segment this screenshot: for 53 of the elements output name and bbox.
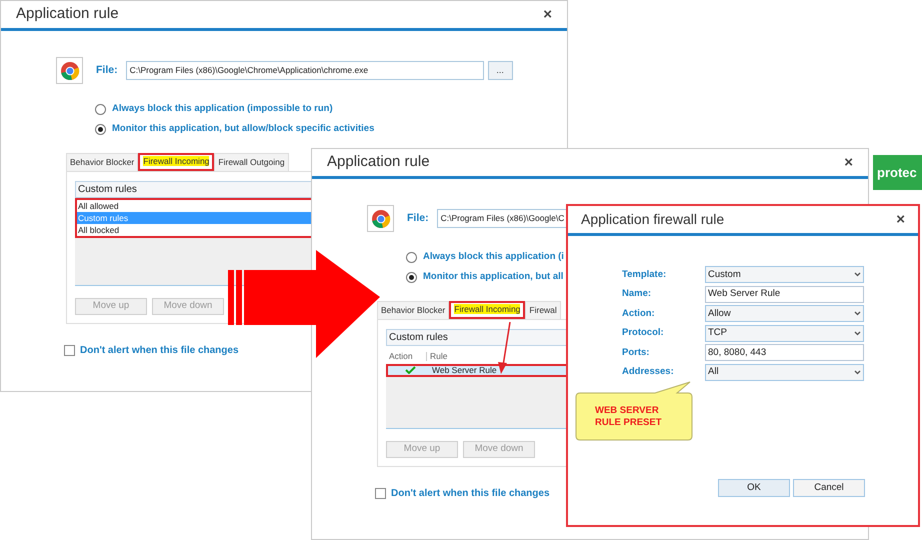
browse-button[interactable]: ... — [488, 61, 513, 80]
field-label: Ports: — [622, 346, 650, 360]
checkbox[interactable] — [375, 488, 386, 498]
dropdown-field[interactable]: All — [705, 364, 864, 381]
dropdown-field[interactable]: TCP — [705, 324, 864, 342]
status-badge: protec — [873, 155, 922, 190]
checkbox-label[interactable]: Don't alert when this file changes — [391, 486, 550, 500]
tab[interactable]: Behavior Blocker — [377, 300, 450, 318]
close-button[interactable]: × — [844, 155, 853, 170]
chevron-down-icon — [854, 330, 861, 336]
tab[interactable]: Firewall Incoming — [449, 300, 526, 318]
file-path-field[interactable]: C:\Program Files (x86)\Google\Chrome\Application\chrome.exe — [126, 61, 484, 80]
window-title: Application rule — [327, 152, 430, 172]
dropdown-field[interactable]: Custom — [705, 266, 864, 284]
dialog-button[interactable]: Cancel — [793, 479, 865, 497]
window-title: Application rule — [16, 4, 119, 24]
callout-text: WEB SERVER RULE PRESET — [595, 405, 663, 429]
radio-label[interactable]: Always block this application (impossible to run) — [112, 102, 333, 116]
browser-app-icon — [367, 205, 394, 232]
field-label: Name: — [622, 287, 652, 302]
radio-label[interactable]: Always block this application (i — [423, 250, 564, 264]
browser-app-icon — [56, 57, 83, 84]
dropdown-field[interactable]: Allow — [705, 305, 864, 322]
tab[interactable]: Firewal — [525, 300, 561, 318]
column-header: Action — [388, 350, 414, 363]
field-label: Action: — [622, 306, 656, 321]
radio-button[interactable] — [95, 124, 106, 135]
input-field[interactable]: Web Server Rule — [705, 286, 864, 303]
file-label: File: — [407, 210, 429, 226]
dialog-button[interactable]: OK — [718, 479, 790, 497]
pointer-arrow — [497, 322, 513, 374]
field-label: Template: — [622, 268, 668, 282]
tab[interactable]: Firewall Outgoing — [214, 152, 289, 170]
radio-button[interactable] — [406, 252, 417, 263]
file-label: File: — [96, 62, 118, 78]
window-title: Application firewall rule — [581, 210, 724, 229]
checkbox[interactable] — [64, 344, 75, 356]
tab[interactable]: Firewall Incoming — [138, 152, 214, 170]
chevron-down-icon — [854, 311, 861, 316]
radio-label[interactable]: Monitor this application, but all — [423, 270, 564, 284]
close-button[interactable]: × — [543, 7, 552, 22]
radio-button[interactable] — [95, 104, 106, 115]
table-cell: Web Server Rule — [432, 364, 497, 376]
tab[interactable]: Behavior Blocker — [66, 152, 138, 170]
chevron-down-icon — [854, 370, 861, 375]
input-field[interactable]: 80, 8080, 443 — [705, 344, 864, 362]
chevron-down-icon — [854, 272, 861, 278]
field-label: Protocol: — [622, 326, 665, 340]
close-button[interactable]: × — [896, 212, 905, 227]
column-header: Rule — [426, 352, 448, 361]
radio-label[interactable]: Monitor this application, but allow/block specific activities — [112, 122, 374, 136]
checkbox-label[interactable]: Don't alert when this file changes — [80, 342, 239, 358]
radio-button[interactable] — [406, 272, 417, 283]
